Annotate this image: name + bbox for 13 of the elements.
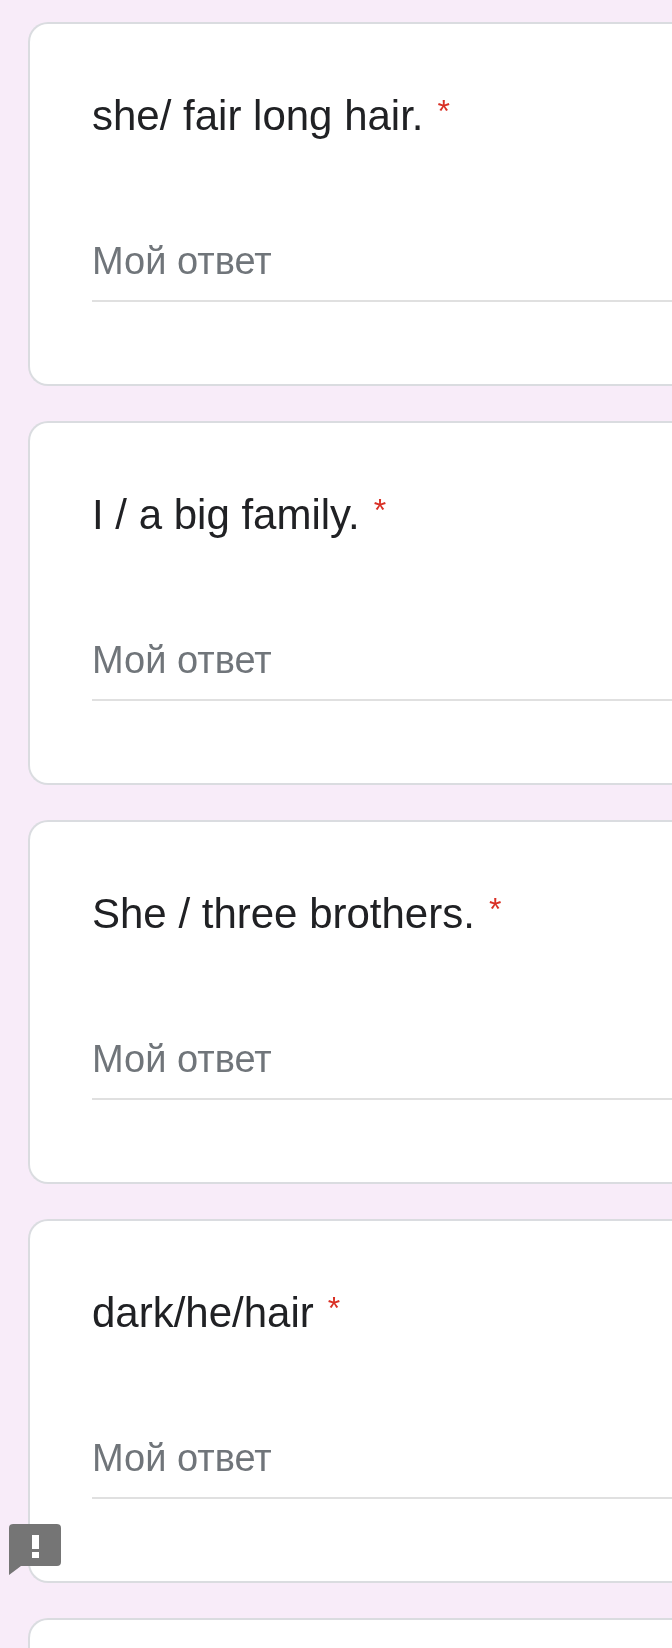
answer-field[interactable]: Мой ответ: [92, 1435, 672, 1499]
answer-field[interactable]: Мой ответ: [92, 637, 672, 701]
question-title: she/ fair long hair.: [92, 92, 424, 140]
required-asterisk: *: [437, 92, 450, 130]
required-asterisk: *: [327, 1289, 341, 1327]
answer-field[interactable]: Мой ответ: [92, 238, 672, 302]
question-title: dark/he/hair: [92, 1289, 314, 1337]
question-title: She / three brothers.: [92, 890, 475, 938]
question-title: I / a big family.: [92, 491, 360, 539]
feedback-bubble-icon[interactable]: [9, 1524, 61, 1575]
answer-field[interactable]: Мой ответ: [92, 1036, 672, 1100]
required-asterisk: *: [373, 491, 387, 529]
required-asterisk: *: [488, 890, 502, 928]
